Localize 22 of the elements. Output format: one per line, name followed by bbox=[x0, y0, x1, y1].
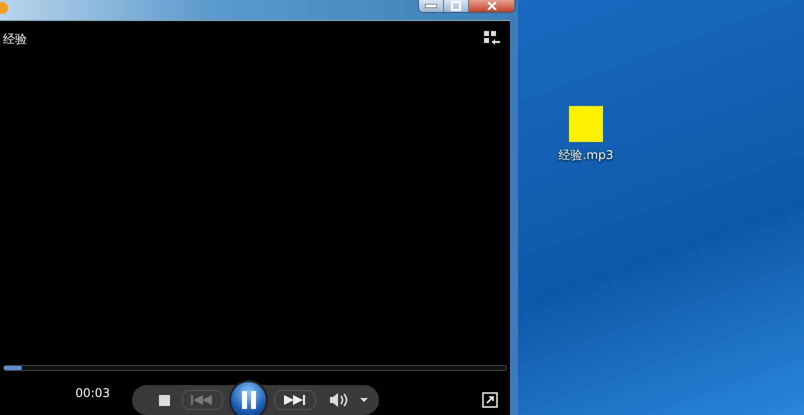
minimize-button[interactable] bbox=[419, 0, 444, 12]
maximize-button[interactable] bbox=[444, 0, 469, 12]
play-pause-button[interactable] bbox=[228, 380, 268, 415]
maximize-icon bbox=[451, 1, 461, 11]
previous-icon bbox=[191, 395, 214, 405]
previous-button[interactable] bbox=[182, 390, 223, 410]
next-button[interactable] bbox=[274, 390, 316, 410]
elapsed-time: 00:03 bbox=[74, 386, 110, 400]
media-title: 经验 bbox=[3, 31, 27, 48]
close-icon bbox=[486, 2, 496, 10]
switch-to-library-icon[interactable] bbox=[484, 31, 500, 45]
caret-icon bbox=[360, 398, 368, 402]
stop-icon bbox=[159, 394, 170, 406]
file-name[interactable]: 经验.mp3 bbox=[558, 147, 614, 164]
speaker-icon bbox=[330, 393, 348, 407]
seek-bar[interactable] bbox=[3, 365, 507, 371]
pause-icon bbox=[242, 391, 256, 409]
minimize-icon bbox=[425, 4, 437, 8]
close-button[interactable] bbox=[469, 0, 515, 12]
app-icon bbox=[0, 2, 8, 14]
switch-to-skin-icon[interactable] bbox=[482, 392, 498, 408]
next-icon bbox=[284, 395, 306, 405]
